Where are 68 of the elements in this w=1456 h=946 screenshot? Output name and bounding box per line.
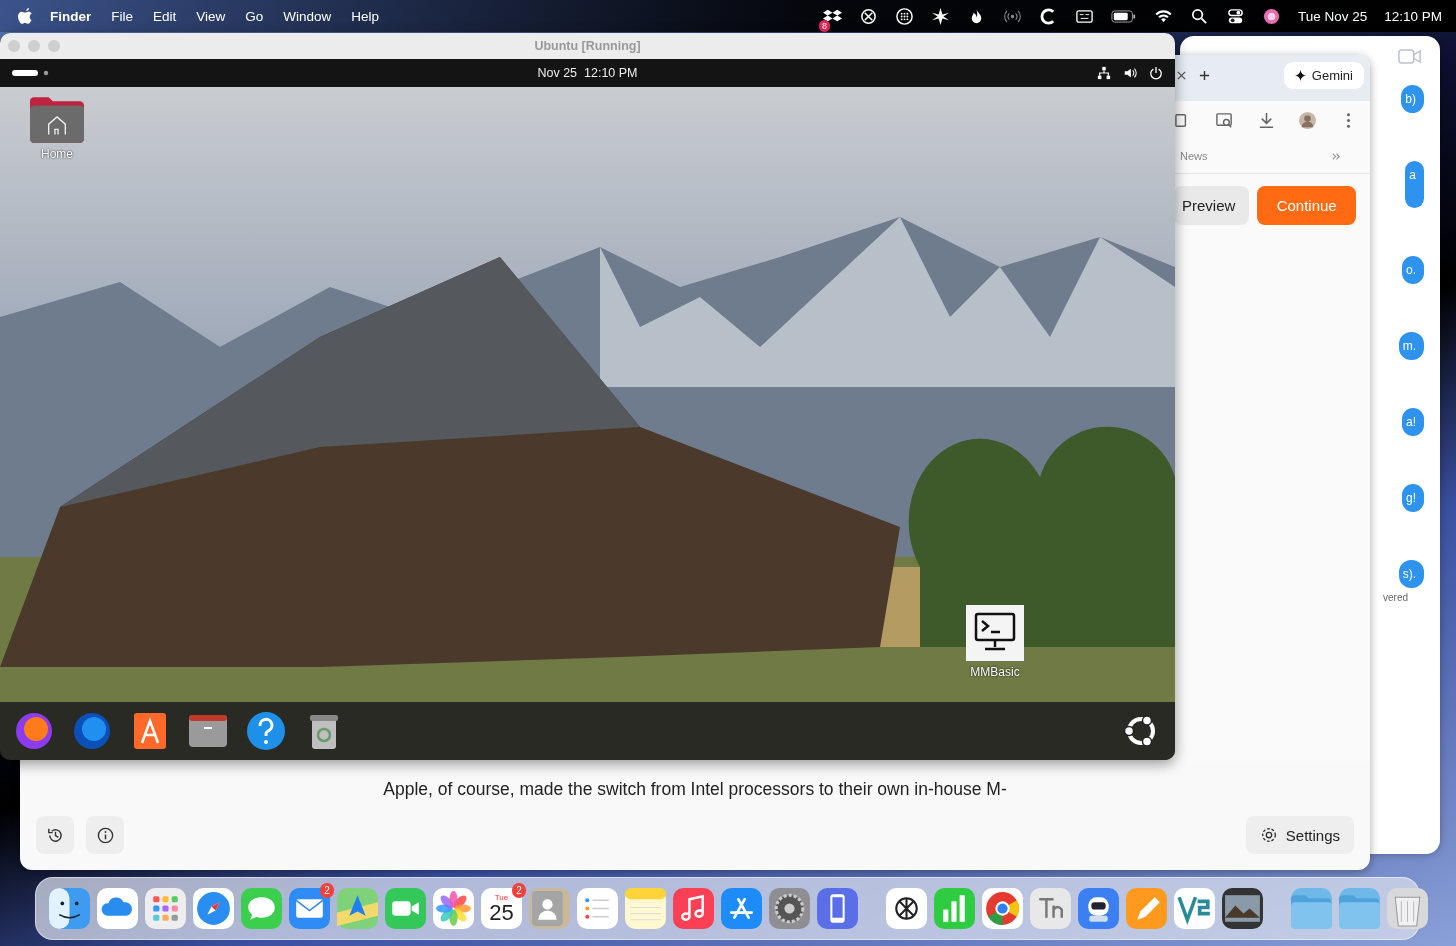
phone-icon[interactable] — [816, 887, 859, 930]
envelope-icon[interactable] — [288, 887, 331, 930]
compass-icon[interactable] — [192, 887, 235, 930]
apple-logo-icon[interactable] — [18, 7, 34, 25]
clock[interactable]: Nov 25 12:10 PM — [537, 66, 638, 80]
page-search-icon[interactable] — [1215, 110, 1235, 130]
pinwheel-icon[interactable] — [930, 6, 950, 26]
cloud-icon[interactable] — [96, 887, 139, 930]
network-icon[interactable] — [1097, 66, 1111, 80]
message-bubble: b) — [1401, 85, 1424, 113]
delivery-status: vered — [1383, 592, 1408, 603]
finder-face-icon[interactable] — [48, 887, 91, 930]
vs-logo-icon[interactable] — [1173, 887, 1216, 930]
home-folder-icon[interactable] — [30, 97, 84, 143]
settings-button[interactable]: Settings — [1245, 816, 1354, 854]
menu-item[interactable]: Go — [245, 8, 264, 24]
info-button[interactable] — [86, 816, 124, 854]
avatar-icon[interactable] — [1297, 110, 1317, 130]
music-note-icon[interactable] — [672, 887, 715, 930]
info-icon — [95, 825, 115, 845]
gemini-button[interactable]: Gemini — [1283, 61, 1364, 89]
history-button[interactable] — [36, 816, 74, 854]
message-bubble: m. — [1398, 332, 1424, 360]
message-bubble: a — [1405, 161, 1424, 208]
article-text: Apple, of course, made the switch from Intel processors to their own in-house M- — [382, 779, 1008, 800]
notification-badge: 8 — [818, 19, 830, 32]
flower-icon[interactable] — [432, 887, 475, 930]
monitor-prompt-icon[interactable] — [966, 605, 1024, 661]
dotted-circle-icon[interactable] — [894, 6, 914, 26]
message-bubble: g! — [1402, 484, 1424, 512]
siri-orb-icon[interactable] — [1261, 6, 1281, 26]
menu-item[interactable]: Edit — [153, 8, 177, 24]
bookmark-link[interactable]: News — [1180, 150, 1208, 162]
robot-icon[interactable] — [1077, 887, 1120, 930]
menu-item[interactable]: Window — [283, 8, 332, 24]
menu-item[interactable]: View — [196, 8, 226, 24]
message-bubble: s). — [1398, 560, 1424, 588]
menu-item[interactable]: Finder — [50, 8, 92, 24]
gear-icon[interactable] — [768, 887, 811, 930]
notification-badge: 2 — [512, 883, 526, 898]
menu-item[interactable]: File — [111, 8, 134, 24]
photo-thumbnail-icon[interactable] — [1221, 887, 1264, 930]
control-center-icon[interactable] — [1225, 6, 1245, 26]
grid-icon[interactable] — [144, 887, 187, 930]
preview-button[interactable]: Preview — [1174, 186, 1250, 225]
menu-bar-date[interactable]: Tue Nov 25 — [1297, 8, 1368, 24]
volume-icon[interactable] — [1123, 66, 1137, 80]
app-store-icon[interactable] — [720, 887, 763, 930]
window-title: Ubuntu [Running] — [534, 39, 641, 53]
menu-bar-time[interactable]: 12:10 PM — [1384, 8, 1442, 24]
plus-icon[interactable] — [1199, 69, 1210, 81]
close-icon[interactable] — [1176, 69, 1187, 81]
font-book-icon[interactable] — [1029, 887, 1072, 930]
sparkle-icon — [1294, 69, 1306, 81]
map-icon[interactable] — [336, 887, 379, 930]
settings-icon — [1259, 826, 1278, 844]
menu-item[interactable]: Help — [351, 8, 380, 24]
power-icon[interactable] — [1149, 66, 1163, 80]
chevrons-icon[interactable] — [1331, 150, 1342, 162]
help-icon[interactable] — [246, 711, 286, 751]
message-bubble: a! — [1402, 408, 1424, 436]
calendar-weekday: Tue — [494, 893, 509, 902]
colored-ring-icon[interactable] — [981, 887, 1024, 930]
calendar-date: 25 — [489, 901, 514, 924]
notification-badge: 2 — [320, 883, 334, 898]
search-icon[interactable] — [1189, 6, 1209, 26]
desktop-icon-label[interactable]: MMBasic — [970, 665, 1020, 679]
message-bubble: o. — [1402, 256, 1424, 284]
